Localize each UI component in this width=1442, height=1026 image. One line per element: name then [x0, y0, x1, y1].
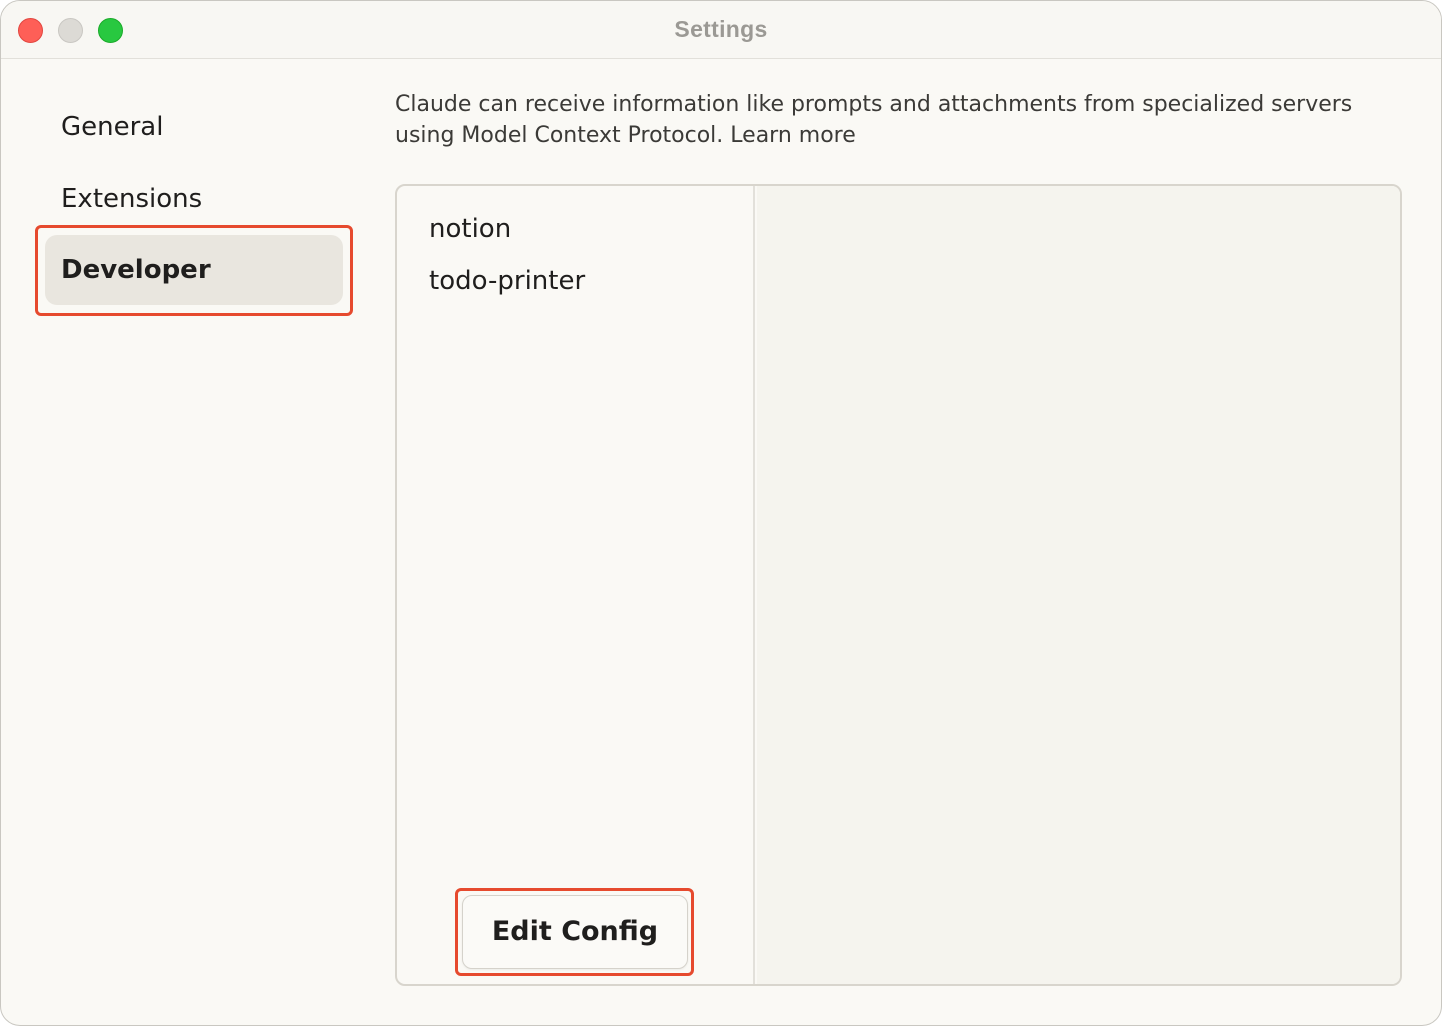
sidebar-item-general[interactable]: General: [45, 92, 343, 162]
window-title: Settings: [674, 16, 768, 42]
edit-config-button[interactable]: Edit Config: [462, 895, 688, 969]
server-list: notion todo-printer: [397, 186, 755, 984]
server-item-todo-printer[interactable]: todo-printer: [429, 266, 585, 296]
settings-window: Settings General Extensions Developer Cl…: [0, 0, 1442, 1026]
mcp-servers-panel: notion todo-printer: [395, 184, 1402, 986]
server-item-notion[interactable]: notion: [429, 214, 511, 244]
sidebar-item-developer[interactable]: Developer: [45, 235, 343, 305]
sidebar-item-extensions[interactable]: Extensions: [45, 164, 343, 234]
server-detail-pane: [757, 186, 1400, 984]
mcp-description: Claude can receive information like prom…: [395, 92, 1353, 148]
title-bar: Settings: [1, 1, 1441, 59]
